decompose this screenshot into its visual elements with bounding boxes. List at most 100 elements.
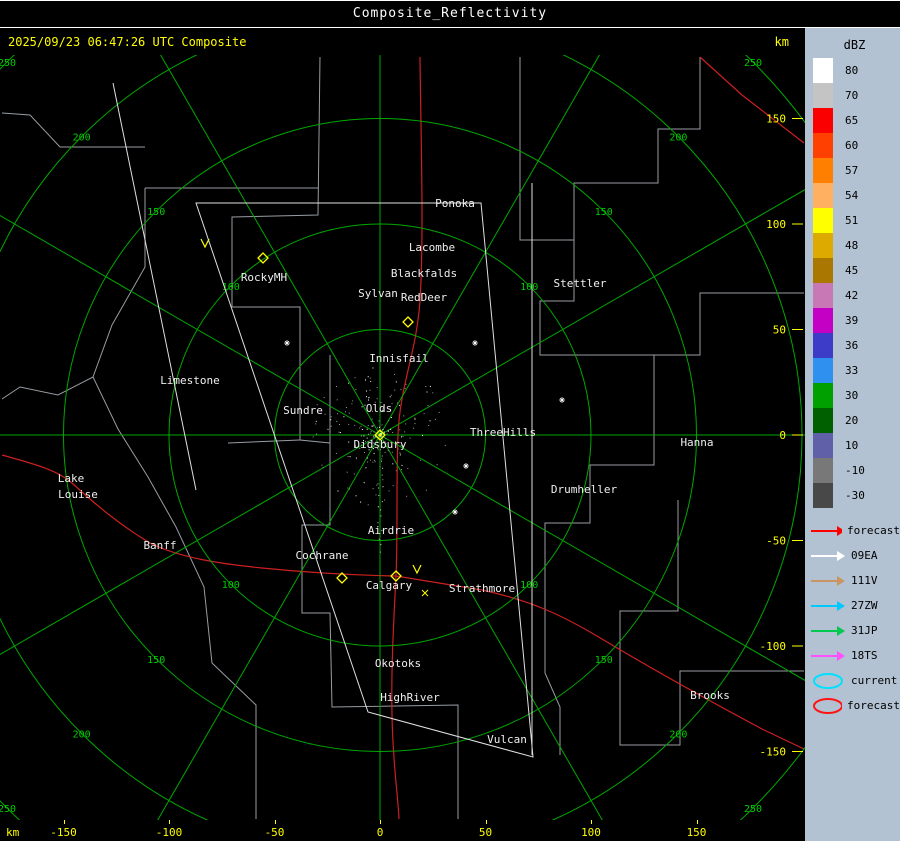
radar-echo-dot — [371, 425, 373, 427]
radar-echo-dot — [367, 425, 369, 427]
city-label: Lacombe — [409, 241, 455, 254]
x-axis-tick-mark — [380, 820, 381, 824]
legend-track-row: 27ZW — [805, 593, 900, 618]
wind-marker-icon — [412, 564, 422, 575]
legend-track-label: 09EA — [851, 549, 878, 562]
radar-echo-dot — [348, 441, 350, 443]
y-axis-tick-label: -150 — [760, 746, 787, 759]
colorbar-swatch — [813, 208, 833, 233]
colorbar-level: 10 — [805, 433, 900, 458]
colorbar-swatch — [813, 183, 833, 208]
radar-echo-dot — [425, 489, 427, 491]
radar-echo-dot — [321, 464, 323, 466]
radar-echo-dot — [343, 416, 345, 418]
radar-echo-dot — [402, 435, 404, 437]
colorbar-level: 33 — [805, 358, 900, 383]
radar-echo-dot — [386, 433, 388, 435]
x-axis-tick-mark — [169, 820, 170, 824]
x-axis-tick-mark — [63, 820, 65, 824]
radar-echo-dot — [404, 387, 406, 389]
star-marker-icon — [472, 340, 478, 346]
radar-echo-dot — [382, 486, 384, 488]
y-axis-unit-label: km — [774, 35, 789, 49]
x-axis-unit-label: km — [6, 826, 20, 839]
radar-echo-dot — [381, 455, 383, 457]
colorbar-value: 36 — [845, 339, 859, 352]
x-axis-tick-label: -150 — [50, 826, 77, 839]
colorbar-value: -30 — [845, 489, 865, 502]
city-label: Stettler — [554, 277, 607, 290]
radar-echo-dot — [414, 417, 416, 419]
radar-echo-dot — [337, 413, 339, 415]
ring-distance-label: 150 — [147, 655, 165, 666]
colorbar-swatch — [813, 108, 833, 133]
radar-echo-dot — [395, 381, 397, 383]
colorbar-level: 60 — [805, 133, 900, 158]
colorbar-value: 80 — [845, 64, 859, 77]
radial-line — [379, 189, 805, 436]
colorbar-swatch — [813, 333, 833, 358]
radar-echo-dot — [366, 457, 368, 459]
ring-distance-label: 250 — [0, 58, 16, 69]
ring-distance-label: 150 — [147, 207, 165, 218]
county-boundary — [227, 439, 301, 444]
city-label: Blackfalds — [391, 267, 457, 280]
ring-distance-label: 250 — [0, 804, 16, 815]
radar-echo-dot — [355, 495, 357, 497]
legend-track-row: 18TS — [805, 643, 900, 668]
track-arrow-icon — [811, 625, 845, 636]
radar-echo-dot — [367, 504, 369, 506]
colorbar-swatch — [813, 308, 833, 333]
radar-echo-dot — [378, 494, 380, 496]
radar-echo-dot — [380, 515, 382, 517]
city-label: Ponoka — [435, 197, 475, 210]
radar-echo-dot — [369, 459, 371, 461]
colorbar-level: -10 — [805, 458, 900, 483]
ring-distance-label: 200 — [669, 729, 687, 740]
radar-echo-dot — [392, 485, 394, 487]
radar-echo-dot — [429, 420, 431, 422]
colorbar-value: 65 — [845, 114, 859, 127]
radar-echo-dot — [434, 418, 436, 420]
radar-echo-dot — [349, 456, 351, 458]
city-label: Strathmore — [449, 582, 515, 595]
colorbar-swatch — [813, 483, 833, 508]
radar-echo-dot — [427, 404, 429, 406]
radar-echo-dot — [414, 418, 416, 420]
city-label: Lake — [58, 472, 85, 485]
colorbar-swatch — [813, 433, 833, 458]
radar-echo-dot — [370, 431, 372, 433]
colorbar-level: -30 — [805, 483, 900, 508]
radar-echo-dot — [389, 396, 391, 398]
radar-echo-dot — [363, 482, 365, 484]
ellipse-icon — [813, 697, 843, 714]
highway-line — [699, 56, 805, 144]
colorbar-level: 30 — [805, 383, 900, 408]
radar-echo-dot — [394, 389, 396, 391]
bottom-axis: km -150 -100 -50 0 50 100 150 — [0, 820, 805, 841]
radar-echo-dot — [315, 423, 317, 425]
radar-echo-dot — [406, 495, 408, 497]
radar-echo-dot — [354, 424, 356, 426]
radar-echo-dot — [364, 452, 365, 453]
radar-echo-dot — [371, 418, 373, 420]
radar-echo-dot — [372, 367, 374, 369]
colorbar-swatch — [813, 383, 833, 408]
x-axis-tick-label: 50 — [478, 826, 493, 839]
county-boundary — [231, 56, 321, 307]
radar-echo-dot — [428, 425, 430, 426]
radar-echo-dot — [366, 428, 368, 430]
colorbar-swatch — [813, 408, 833, 433]
radar-echo-dot — [382, 467, 384, 469]
radar-echo-dot — [355, 388, 357, 390]
city-label: Banff — [143, 539, 176, 552]
radar-echo-dot — [380, 544, 382, 546]
radar-echo-dot — [375, 494, 377, 496]
radar-echo-dot — [394, 373, 395, 375]
radar-echo-dot — [390, 394, 392, 396]
x-axis-tick-mark — [591, 820, 592, 824]
radar-echo-dot — [390, 417, 392, 418]
radar-echo-dot — [369, 377, 371, 379]
radar-echo-dot — [348, 412, 350, 414]
window-title: Composite_Reflectivity — [0, 0, 900, 28]
